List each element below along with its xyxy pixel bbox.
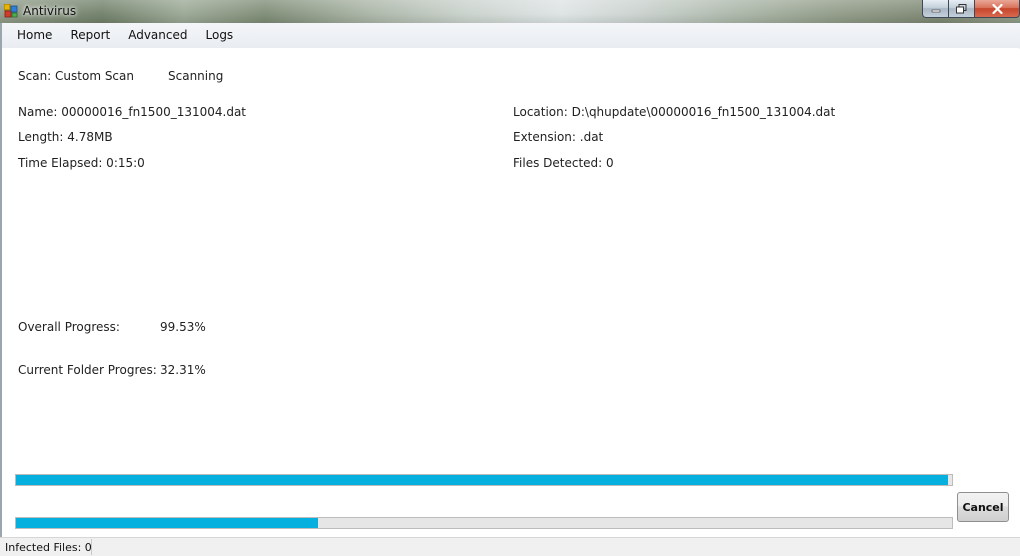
restore-button[interactable] bbox=[949, 0, 975, 18]
overall-progress-label: Overall Progress: bbox=[18, 320, 120, 334]
menu-bar: Home Report Advanced Logs bbox=[0, 23, 1020, 49]
scan-state-label: Scanning bbox=[168, 69, 224, 83]
overall-progress-fill bbox=[16, 475, 948, 485]
infected-files-status: Infected Files: 0 bbox=[5, 541, 92, 554]
restore-icon bbox=[956, 3, 967, 13]
close-icon bbox=[991, 3, 1003, 14]
file-length-label: Length: 4.78MB bbox=[18, 130, 113, 144]
title-bar[interactable]: Antivirus bbox=[0, 0, 1020, 23]
menu-report[interactable]: Report bbox=[61, 23, 119, 48]
file-location-label: Location: D:\qhupdate\00000016_fn1500_13… bbox=[513, 105, 836, 119]
file-extension-label: Extension: .dat bbox=[513, 130, 604, 144]
folder-progress-bar bbox=[15, 517, 953, 529]
menu-logs[interactable]: Logs bbox=[197, 23, 243, 48]
menu-home[interactable]: Home bbox=[8, 23, 61, 48]
folder-progress-label: Current Folder Progres: bbox=[18, 363, 157, 377]
overall-progress-value: 99.53% bbox=[160, 320, 206, 334]
status-separator bbox=[91, 539, 92, 555]
folder-progress-fill bbox=[16, 518, 319, 528]
cancel-button[interactable]: Cancel bbox=[957, 492, 1009, 522]
minimize-icon bbox=[931, 9, 940, 12]
window-controls bbox=[922, 0, 1020, 19]
scan-panel: Scan: Custom Scan Scanning Name: 0000001… bbox=[2, 48, 1018, 537]
folder-progress-value: 32.31% bbox=[160, 363, 206, 377]
window-title: Antivirus bbox=[23, 4, 77, 18]
file-name-label: Name: 00000016_fn1500_131004.dat bbox=[18, 105, 247, 119]
antivirus-window: Antivirus Home Report Advanced Logs Scan… bbox=[0, 0, 1020, 556]
minimize-button[interactable] bbox=[922, 0, 949, 18]
app-icon bbox=[3, 3, 18, 18]
close-button[interactable] bbox=[975, 0, 1020, 18]
time-elapsed-label: Time Elapsed: 0:15:0 bbox=[18, 156, 145, 170]
scan-type-label: Scan: Custom Scan bbox=[18, 69, 134, 83]
files-detected-label: Files Detected: 0 bbox=[513, 156, 614, 170]
status-bar: Infected Files: 0 bbox=[0, 537, 1020, 556]
menu-advanced[interactable]: Advanced bbox=[119, 23, 196, 48]
overall-progress-bar bbox=[15, 474, 953, 486]
